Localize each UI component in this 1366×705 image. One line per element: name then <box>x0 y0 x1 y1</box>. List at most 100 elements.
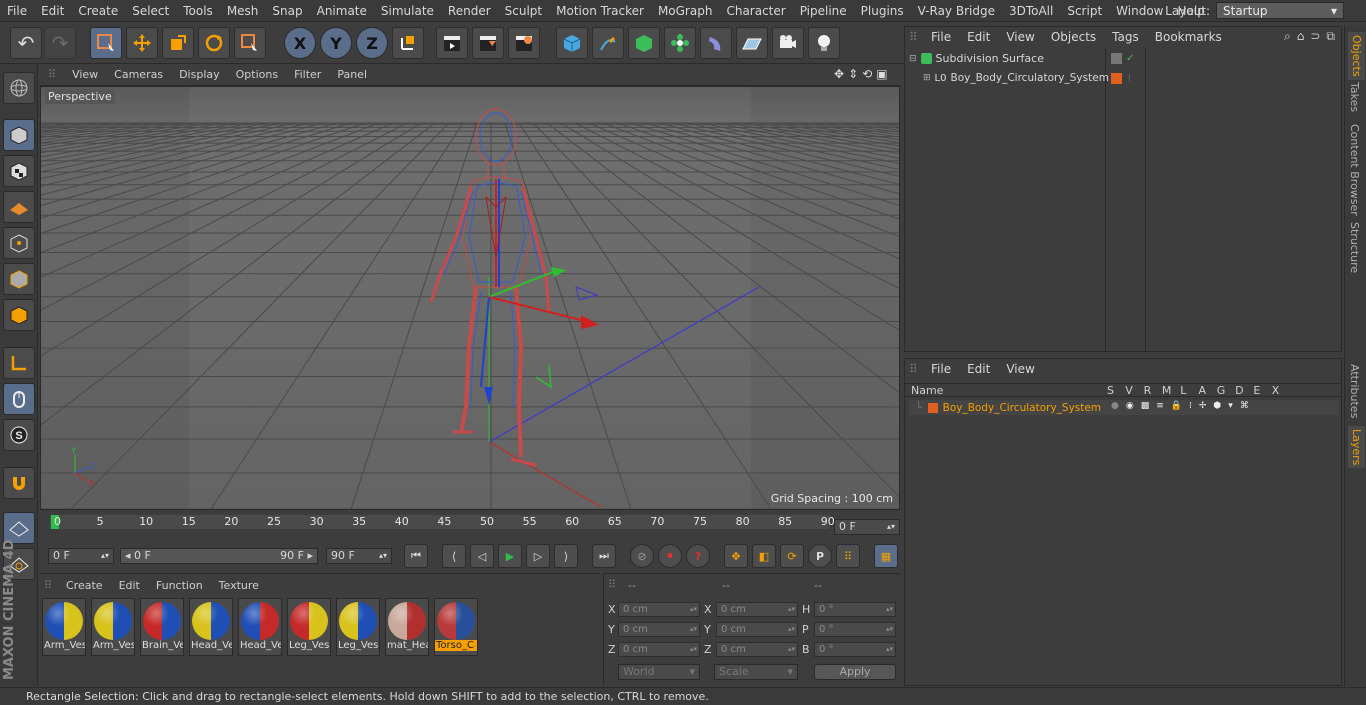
menu-motion-tracker[interactable]: Motion Tracker <box>549 4 651 18</box>
visibility-dots-icon[interactable] <box>1111 53 1122 64</box>
menu-mograph[interactable]: MoGraph <box>651 4 720 18</box>
start-frame-field[interactable]: 0 F ▴▾ <box>48 548 114 564</box>
home-icon[interactable]: ⌂ <box>1297 29 1305 44</box>
manager-icon[interactable]: ≡ <box>1156 401 1164 411</box>
layer-name[interactable]: Boy_Body_Circulatory_System <box>943 402 1101 414</box>
pen-spline-button[interactable] <box>592 27 624 59</box>
deformers-icon[interactable]: ⬢ <box>1213 401 1221 411</box>
spinner-icon[interactable]: ▴▾ <box>886 623 893 636</box>
solo-dot-icon[interactable]: ● <box>1111 401 1119 411</box>
layer-menu-view[interactable]: View <box>998 362 1042 376</box>
timeline-ruler[interactable]: 0 5 10 15 20 25 30 35 40 45 50 55 60 65 70 75 80 85 90 0 F… <box>40 511 900 539</box>
coordinate-system-button[interactable] <box>392 27 424 59</box>
material-swatch[interactable]: mat_Hea <box>385 598 429 656</box>
menu-mesh[interactable]: Mesh <box>220 4 266 18</box>
range-left-arrow-icon[interactable]: ◂ <box>125 549 131 562</box>
key-parameter-button[interactable]: P <box>808 544 832 568</box>
make-editable-button[interactable] <box>3 72 35 104</box>
layer-column-e[interactable]: E <box>1253 384 1260 397</box>
material-swatch[interactable]: Arm_Ves <box>42 598 86 656</box>
pan-icon[interactable]: ✥ <box>834 67 844 81</box>
menu-select[interactable]: Select <box>125 4 176 18</box>
spinner-icon[interactable]: ▴▾ <box>886 643 893 656</box>
tab-content-browser[interactable]: Content Browser <box>1348 124 1361 216</box>
key-position-button[interactable]: ✥ <box>724 544 748 568</box>
layout-dropdown[interactable]: Startup ▾ <box>1216 2 1344 19</box>
material-menu-function[interactable]: Function <box>148 579 211 592</box>
camera-button[interactable] <box>772 27 804 59</box>
undo-button[interactable]: ↶ <box>10 27 42 59</box>
collapse-icon[interactable]: ⊟ <box>909 54 917 64</box>
material-swatch[interactable]: Head_Ve <box>189 598 233 656</box>
y-axis-button[interactable]: Y <box>320 27 352 59</box>
menu-sculpt[interactable]: Sculpt <box>498 4 549 18</box>
layer-column-a[interactable]: A <box>1199 384 1207 397</box>
edges-mode-button[interactable] <box>3 263 35 295</box>
layout-selector[interactable]: Layout: Startup ▾ <box>1165 2 1344 19</box>
coord-value-field[interactable]: 0 cm ▴▾ <box>618 622 700 637</box>
coord-value-field[interactable]: 0 cm ▴▾ <box>618 602 700 617</box>
coord-value-field[interactable]: 0 ° ▴▾ <box>814 622 896 637</box>
layer-menu-file[interactable]: File <box>923 362 959 376</box>
layer-column-g[interactable]: G <box>1217 384 1226 397</box>
object-menu-objects[interactable]: Objects <box>1043 30 1104 44</box>
menu-plugins[interactable]: Plugins <box>854 4 911 18</box>
render-view-button[interactable] <box>436 27 468 59</box>
menu-3dtoall[interactable]: 3DToAll <box>1002 4 1060 18</box>
material-menu-edit[interactable]: Edit <box>111 579 148 592</box>
record-keys-button[interactable]: ⊘ <box>630 544 654 568</box>
coord-value-field[interactable]: 0 cm ▴▾ <box>716 602 798 617</box>
render-clapboard-icon[interactable]: ▩ <box>1141 401 1150 411</box>
object-row-boy-body[interactable]: ⊞ L0 Boy_Body_Circulatory_System <box>923 72 1119 84</box>
z-axis-button[interactable]: Z <box>356 27 388 59</box>
coord-value-field[interactable]: 0 cm ▴▾ <box>618 642 700 657</box>
menu-animate[interactable]: Animate <box>310 4 374 18</box>
end-frame-field[interactable]: 90 F ▴▾ <box>326 548 392 564</box>
tab-takes[interactable]: Takes <box>1348 82 1361 112</box>
coord-value-field[interactable]: 0 cm ▴▾ <box>716 622 798 637</box>
move-button[interactable] <box>126 27 158 59</box>
cube-button[interactable] <box>556 27 588 59</box>
texture-mode-button[interactable] <box>3 155 35 187</box>
expand-icon[interactable]: ⊞ <box>923 73 931 83</box>
menu-script[interactable]: Script <box>1060 4 1109 18</box>
scale-button[interactable] <box>162 27 194 59</box>
orbit-icon[interactable]: ⟲ <box>862 67 872 81</box>
layer-column-name[interactable]: Name <box>911 384 943 397</box>
perspective-viewport[interactable]: Y Z X Perspective Grid Spacing : 100 cm <box>40 86 900 510</box>
menu-render[interactable]: Render <box>441 4 498 18</box>
layer-column-s[interactable]: S <box>1107 384 1114 397</box>
rectangle-selection-button[interactable] <box>90 27 122 59</box>
previous-key-button[interactable]: ⟨ <box>442 544 466 568</box>
apply-button[interactable]: Apply <box>814 664 896 680</box>
spinner-icon[interactable]: ▴▾ <box>101 549 109 563</box>
axis-mode-button[interactable] <box>3 347 35 379</box>
tab-objects[interactable]: Objects <box>1348 32 1365 80</box>
keyframe-selection-button[interactable]: ? <box>686 544 710 568</box>
animation-icon[interactable]: ⁞ <box>1189 401 1192 411</box>
rotate-button[interactable] <box>198 27 230 59</box>
eye-icon[interactable]: ◉ <box>1126 401 1134 411</box>
layer-color-swatch[interactable] <box>1111 73 1122 84</box>
previous-frame-button[interactable]: ◁ <box>470 544 494 568</box>
layer-column-d[interactable]: D <box>1235 384 1243 397</box>
floor-button[interactable] <box>736 27 768 59</box>
object-menu-view[interactable]: View <box>998 30 1042 44</box>
spinner-icon[interactable]: ▴▾ <box>788 643 795 656</box>
redo-button[interactable]: ↷ <box>44 27 76 59</box>
goto-end-button[interactable]: ⏭ <box>592 544 616 568</box>
spinner-icon[interactable]: ▴▾ <box>788 603 795 616</box>
menu-pipeline[interactable]: Pipeline <box>793 4 854 18</box>
tab-layers[interactable]: Layers <box>1348 426 1365 469</box>
tweak-mode-button[interactable] <box>3 383 35 415</box>
frame-range-slider[interactable]: ◂ 0 F 90 F ▸ <box>120 548 318 564</box>
current-frame-field[interactable]: 0 F ▴▾ <box>834 519 900 535</box>
material-swatch[interactable]: Brain_Ve <box>140 598 184 656</box>
snap-button[interactable] <box>3 467 35 499</box>
subdivision-button[interactable] <box>628 27 660 59</box>
generators-icon[interactable]: ✢ <box>1199 401 1207 411</box>
live-selection-button[interactable] <box>234 27 266 59</box>
timeline-window-button[interactable]: ▦ <box>874 544 898 568</box>
menu-window[interactable]: Window <box>1109 4 1170 18</box>
menu-file[interactable]: File <box>0 4 34 18</box>
